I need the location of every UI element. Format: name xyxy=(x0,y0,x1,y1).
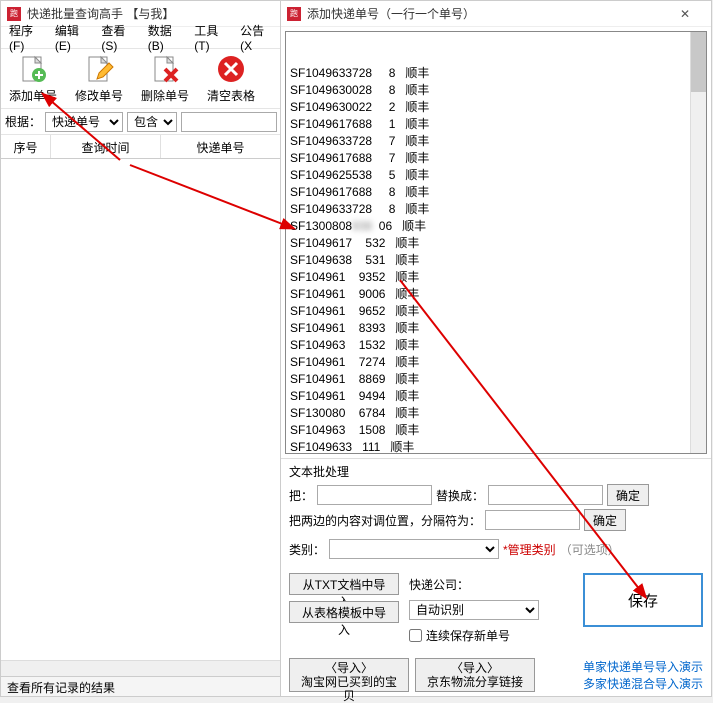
import-taobao-button[interactable]: 〈导入〉 淘宝网已买到的宝贝 xyxy=(289,658,409,692)
circle-x-icon xyxy=(215,53,247,85)
page-x-icon xyxy=(149,53,181,85)
delete-button[interactable]: 删除单号 xyxy=(141,53,189,104)
app-icon: 跑 xyxy=(287,7,301,21)
h-scrollbar[interactable] xyxy=(1,660,281,676)
replace-from-input[interactable] xyxy=(317,485,432,505)
courier-label: 快递公司： xyxy=(409,576,469,593)
filter-value-input[interactable] xyxy=(181,112,277,132)
menubar: 程序(F) 编辑(E) 查看(S) 数据(B) 工具(T) 公告(X xyxy=(1,27,281,49)
replace-ok-button[interactable]: 确定 xyxy=(607,484,649,506)
grid-body[interactable] xyxy=(1,159,281,660)
import-txt-button[interactable]: 从TXT文档中导入 xyxy=(289,573,399,595)
toolbar: 添加单号 修改单号 删除单号 清空表格 xyxy=(1,49,281,109)
demo-single-link[interactable]: 单家快递单号导入演示 xyxy=(583,658,703,675)
filter-op-select[interactable]: 包含 xyxy=(127,112,177,132)
filter-label: 根据： xyxy=(5,113,41,130)
col-seq[interactable]: 序号 xyxy=(1,135,51,158)
add-title: 添加快递单号（一行一个单号） xyxy=(307,5,665,22)
manage-category-link[interactable]: *管理类别 xyxy=(503,541,556,558)
page-pencil-icon xyxy=(83,53,115,85)
import-section: 从TXT文档中导入 从表格模板中导入 快递公司： 自动识别 连续保存新单号 保存 xyxy=(281,566,711,654)
main-window: 跑 快递批量查询高手 【与我】 程序(F) 编辑(E) 查看(S) 数据(B) … xyxy=(0,0,282,697)
category-select[interactable] xyxy=(329,539,499,559)
import-tpl-button[interactable]: 从表格模板中导入 xyxy=(289,601,399,623)
optional-hint: （可选项） xyxy=(560,541,620,558)
page-plus-icon xyxy=(17,53,49,85)
demo-multi-link[interactable]: 多家快递混合导入演示 xyxy=(583,675,703,692)
keep-save-checkbox[interactable]: 连续保存新单号 xyxy=(409,627,539,644)
filter-field-select[interactable]: 快递单号 xyxy=(45,112,123,132)
edit-button[interactable]: 修改单号 xyxy=(75,53,123,104)
replace-to-input[interactable] xyxy=(488,485,603,505)
courier-select[interactable]: 自动识别 xyxy=(409,600,539,620)
import-jd-button[interactable]: 〈导入〉 京东物流分享链接 xyxy=(415,658,535,692)
tracking-textarea[interactable]: SF1049633728 8 顺丰SF1049630028 8 顺丰SF1049… xyxy=(285,31,707,454)
batch-section-label: 文本批处理 xyxy=(289,463,703,480)
status-bar: 查看所有记录的结果 xyxy=(1,676,281,696)
add-window: 跑 添加快递单号（一行一个单号） ✕ SF1049633728 8 顺丰SF10… xyxy=(280,0,712,697)
add-button[interactable]: 添加单号 xyxy=(9,53,57,104)
clear-label: 清空表格 xyxy=(207,87,255,104)
delete-label: 删除单号 xyxy=(141,87,189,104)
bottom-section: 〈导入〉 淘宝网已买到的宝贝 〈导入〉 京东物流分享链接 单家快递单号导入演示 … xyxy=(281,654,711,696)
text-batch-section: 文本批处理 把： 替换成： 确定 把两边的内容对调位置，分隔符为： 确定 类别：… xyxy=(281,458,711,566)
filter-bar: 根据： 快递单号 包含 xyxy=(1,109,281,135)
swap-sep-input[interactable] xyxy=(485,510,580,530)
add-label: 添加单号 xyxy=(9,87,57,104)
clear-button[interactable]: 清空表格 xyxy=(207,53,255,104)
replace-from-label: 把： xyxy=(289,487,313,504)
v-scrollbar[interactable] xyxy=(690,32,706,453)
add-titlebar: 跑 添加快递单号（一行一个单号） ✕ xyxy=(281,1,711,27)
swap-ok-button[interactable]: 确定 xyxy=(584,509,626,531)
col-trackno[interactable]: 快递单号 xyxy=(161,135,281,158)
close-icon[interactable]: ✕ xyxy=(665,7,705,21)
replace-to-label: 替换成： xyxy=(436,487,484,504)
save-button[interactable]: 保存 xyxy=(583,573,703,627)
category-label: 类别： xyxy=(289,541,325,558)
col-time[interactable]: 查询时间 xyxy=(51,135,161,158)
grid-header: 序号 查询时间 快递单号 xyxy=(1,135,281,159)
app-icon: 跑 xyxy=(7,7,21,21)
keep-save-check[interactable] xyxy=(409,629,422,642)
edit-label: 修改单号 xyxy=(75,87,123,104)
swap-label: 把两边的内容对调位置，分隔符为： xyxy=(289,512,481,529)
